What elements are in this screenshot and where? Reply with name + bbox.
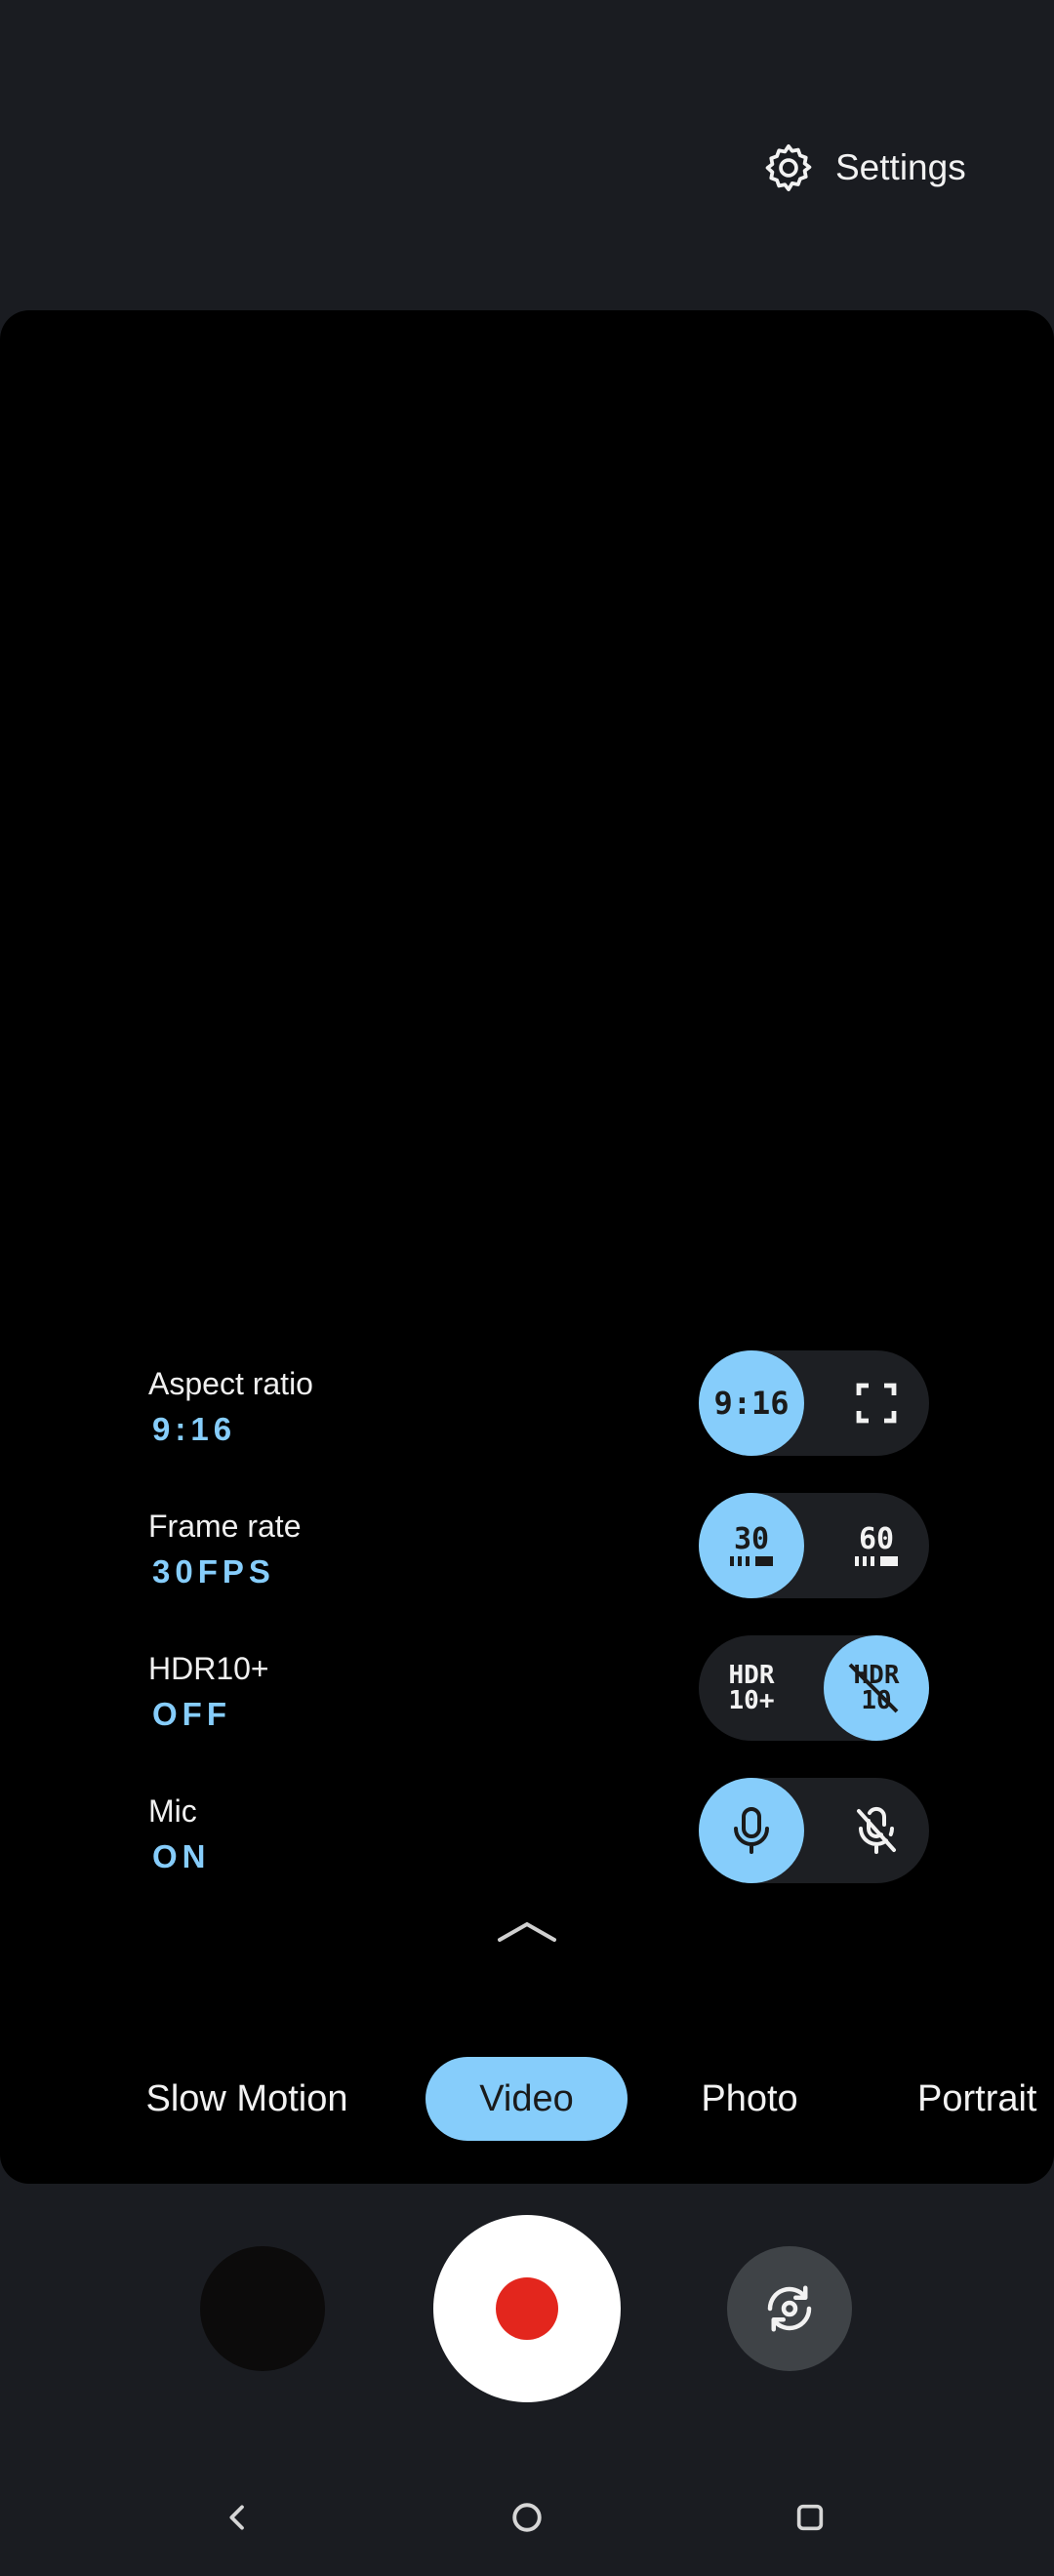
- hdr-off-option[interactable]: HDR 10: [824, 1635, 929, 1741]
- fps-60-option[interactable]: 60: [824, 1493, 929, 1598]
- recents-button[interactable]: [779, 2486, 841, 2549]
- aspect-ratio-value: 9:16: [152, 1411, 237, 1447]
- aspect-ratio-toggle: 9:16: [699, 1350, 929, 1456]
- hdr-on-line1: HDR: [728, 1661, 775, 1690]
- settings-label: Settings: [835, 147, 966, 187]
- frame-rate-toggle: 30 60: [699, 1493, 929, 1598]
- hdr-on-chip: HDR 10+: [729, 1663, 775, 1713]
- shutter-row: [0, 2215, 1054, 2410]
- aspect-ratio-title: Aspect ratio: [148, 1366, 313, 1401]
- aspect-916-label: 9:16: [713, 1385, 790, 1422]
- hdr-on-line2: 10+: [728, 1686, 775, 1715]
- mode-slow-motion[interactable]: Slow Motion: [117, 2057, 377, 2141]
- gallery-thumbnail[interactable]: [200, 2246, 325, 2371]
- fps-60-chip: 60: [855, 1525, 898, 1566]
- strike-icon: [848, 1663, 898, 1713]
- fps-30-label: 30: [733, 1522, 770, 1556]
- mic-toggle: [699, 1778, 929, 1883]
- hdr-on-option[interactable]: HDR 10+: [699, 1635, 804, 1741]
- aspect-916-option[interactable]: 9:16: [699, 1350, 804, 1456]
- hdr-title: HDR10+: [148, 1651, 269, 1686]
- hdr-setting: HDR10+ OFF HDR 10+ HDR 10: [148, 1635, 929, 1768]
- hdr-off-chip: HDR 10: [848, 1663, 899, 1713]
- viewfinder[interactable]: Aspect ratio 9:16 9:16 Frame rate 30FPS …: [0, 310, 1054, 2184]
- navigation-bar: [0, 2478, 1054, 2556]
- fullscreen-icon: [856, 1383, 897, 1424]
- frame-rate-value: 30FPS: [152, 1553, 275, 1590]
- mic-off-option[interactable]: [824, 1778, 929, 1883]
- mode-portrait[interactable]: Portrait: [898, 2057, 1054, 2141]
- record-button[interactable]: [433, 2215, 621, 2402]
- mode-selector: Slow Motion Video Photo Portrait: [0, 2057, 1054, 2145]
- back-button[interactable]: [207, 2486, 269, 2549]
- aspect-ratio-setting: Aspect ratio 9:16 9:16: [148, 1350, 929, 1483]
- fps-30-option[interactable]: 30: [699, 1493, 804, 1598]
- settings-button[interactable]: Settings: [761, 137, 966, 199]
- record-dot: [496, 2277, 558, 2340]
- frame-rate-setting: Frame rate 30FPS 30 60: [148, 1493, 929, 1626]
- mic-value: ON: [152, 1838, 211, 1874]
- chevron-up-icon: [498, 1921, 556, 1942]
- gear-icon: [765, 143, 812, 192]
- hdr-toggle: HDR 10+ HDR 10: [699, 1635, 929, 1741]
- fps-60-label: 60: [858, 1522, 895, 1556]
- home-button[interactable]: [496, 2486, 558, 2549]
- home-icon: [512, 2503, 542, 2532]
- hdr-value: OFF: [152, 1696, 231, 1732]
- frame-rate-title: Frame rate: [148, 1509, 302, 1544]
- aspect-full-option[interactable]: [824, 1350, 929, 1456]
- fps-bars-icon: [730, 1556, 773, 1566]
- fps-30-chip: 30: [730, 1525, 773, 1566]
- mic-on-option[interactable]: [699, 1778, 804, 1883]
- switch-camera-button[interactable]: [727, 2246, 852, 2371]
- mic-off-icon: [857, 1806, 896, 1854]
- mode-photo[interactable]: Photo: [673, 2057, 826, 2141]
- camera-flip-icon: [767, 2285, 812, 2332]
- expand-settings-button[interactable]: [488, 1911, 566, 1954]
- back-icon: [229, 2505, 244, 2530]
- mode-video[interactable]: Video: [426, 2057, 628, 2141]
- mic-setting: Mic ON: [148, 1778, 929, 1911]
- mic-title: Mic: [148, 1793, 197, 1829]
- recents-icon: [796, 2504, 824, 2531]
- microphone-icon: [734, 1807, 769, 1854]
- fps-bars-icon: [855, 1556, 898, 1566]
